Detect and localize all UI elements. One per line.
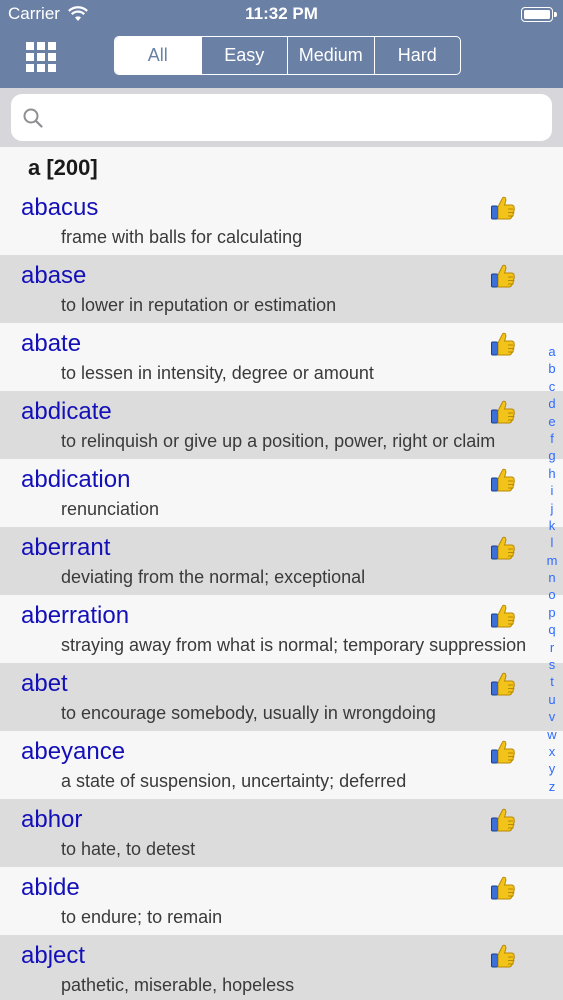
thumbs-up-icon[interactable] [490,943,516,969]
word-row[interactable]: abhor to hate, to detest [0,799,563,867]
word-definition: frame with balls for calculating [61,227,303,247]
section-title: a [200] [28,155,98,180]
word-definition: a state of suspension, uncertainty; defe… [61,771,407,791]
index-letter[interactable]: k [542,517,562,534]
word-title: abate [21,330,82,357]
index-letter[interactable]: i [542,482,562,499]
thumbs-up-icon[interactable] [490,331,516,357]
word-definition: to encourage somebody, usually in wrongd… [61,703,436,723]
index-letter[interactable]: o [542,586,562,603]
grid-menu-button[interactable] [26,42,56,72]
word-definition: to hate, to detest [61,839,196,859]
thumbs-up-icon[interactable] [490,875,516,901]
word-row[interactable]: abase to lower in reputation or estimatio… [0,255,563,323]
index-letter[interactable]: e [542,413,562,430]
word-title: abase [21,262,87,289]
index-letter[interactable]: c [542,378,562,395]
index-letter[interactable]: y [542,760,562,777]
word-definition: to lessen in intensity, degree or amount [61,363,374,383]
word-title: abide [21,874,80,901]
index-letter[interactable]: x [542,743,562,760]
index-letter[interactable]: z [542,778,562,795]
index-letter[interactable]: u [542,691,562,708]
word-definition: straying away from what is normal; tempo… [61,635,527,655]
clock: 11:32 PM [245,4,318,23]
word-list: abacus frame with balls for calculating ab… [0,187,563,1000]
word-row[interactable]: abeyance a state of suspension, uncertain… [0,731,563,799]
word-row[interactable]: abet to encourage somebody, usually in wr… [0,663,563,731]
search-field[interactable] [11,94,552,141]
section-header: a [200] [0,147,563,187]
segment-all[interactable]: All [115,37,201,74]
index-letter[interactable]: l [542,534,562,551]
alphabet-index[interactable]: abcdefghijklmnopqrstuvwxyz [542,343,562,795]
index-letter[interactable]: s [542,656,562,673]
word-title: abdication [21,466,131,493]
word-row[interactable]: aberrant deviating from the normal; excep… [0,527,563,595]
word-row[interactable]: abacus frame with balls for calculating [0,187,563,255]
word-definition: to lower in reputation or estimation [61,295,337,315]
word-row[interactable]: abate to lessen in intensity, degree or a… [0,323,563,391]
word-title: aberration [21,602,130,629]
index-letter[interactable]: m [542,552,562,569]
thumbs-up-icon[interactable] [490,671,516,697]
word-row[interactable]: abdication renunciation [0,459,563,527]
status-bar: Carrier 11:32 PM [0,0,563,30]
thumbs-up-icon[interactable] [490,739,516,765]
word-row[interactable]: aberration straying away from what is nor… [0,595,563,663]
index-letter[interactable]: t [542,673,562,690]
index-letter[interactable]: j [542,500,562,517]
thumbs-up-icon[interactable] [490,603,516,629]
word-definition: deviating from the normal; exceptional [61,567,366,587]
word-title: abet [21,670,68,697]
word-title: aberrant [21,534,111,561]
difficulty-filter: All Easy Medium Hard [114,36,461,75]
word-title: abacus [21,194,99,221]
battery-icon [521,7,557,22]
index-letter[interactable]: f [542,430,562,447]
index-letter[interactable]: r [542,639,562,656]
segment-easy[interactable]: Easy [200,37,288,74]
thumbs-up-icon[interactable] [490,535,516,561]
index-letter[interactable]: n [542,569,562,586]
thumbs-up-icon[interactable] [490,807,516,833]
word-title: abdicate [21,398,112,425]
index-letter[interactable]: b [542,360,562,377]
index-letter[interactable]: g [542,447,562,464]
word-title: abhor [21,806,83,833]
word-definition: pathetic, miserable, hopeless [61,975,295,995]
thumbs-up-icon[interactable] [490,195,516,221]
word-row[interactable]: abide to endure; to remain [0,867,563,935]
word-definition: to relinquish or give up a position, pow… [61,431,496,451]
word-row[interactable]: abdicate to relinquish or give up a posit… [0,391,563,459]
index-letter[interactable]: w [542,726,562,743]
navigation-bar: Carrier 11:32 PM All Easy Medium Hard [0,0,563,88]
segment-hard[interactable]: Hard [373,37,461,74]
word-row[interactable]: abject pathetic, miserable, hopeless [0,935,563,1000]
index-letter[interactable]: h [542,465,562,482]
search-input[interactable] [53,94,542,141]
word-definition: renunciation [61,499,160,519]
grid-icon [26,42,34,50]
word-title: abject [21,942,86,969]
thumbs-up-icon[interactable] [490,467,516,493]
word-title: abeyance [21,738,126,765]
search-bar [0,88,563,147]
index-letter[interactable]: v [542,708,562,725]
word-definition: to endure; to remain [61,907,223,927]
index-letter[interactable]: d [542,395,562,412]
segment-medium[interactable]: Medium [287,37,374,74]
search-icon [23,108,43,128]
index-letter[interactable]: q [542,621,562,638]
thumbs-up-icon[interactable] [490,263,516,289]
index-letter[interactable]: a [542,343,562,360]
index-letter[interactable]: p [542,604,562,621]
thumbs-up-icon[interactable] [490,399,516,425]
